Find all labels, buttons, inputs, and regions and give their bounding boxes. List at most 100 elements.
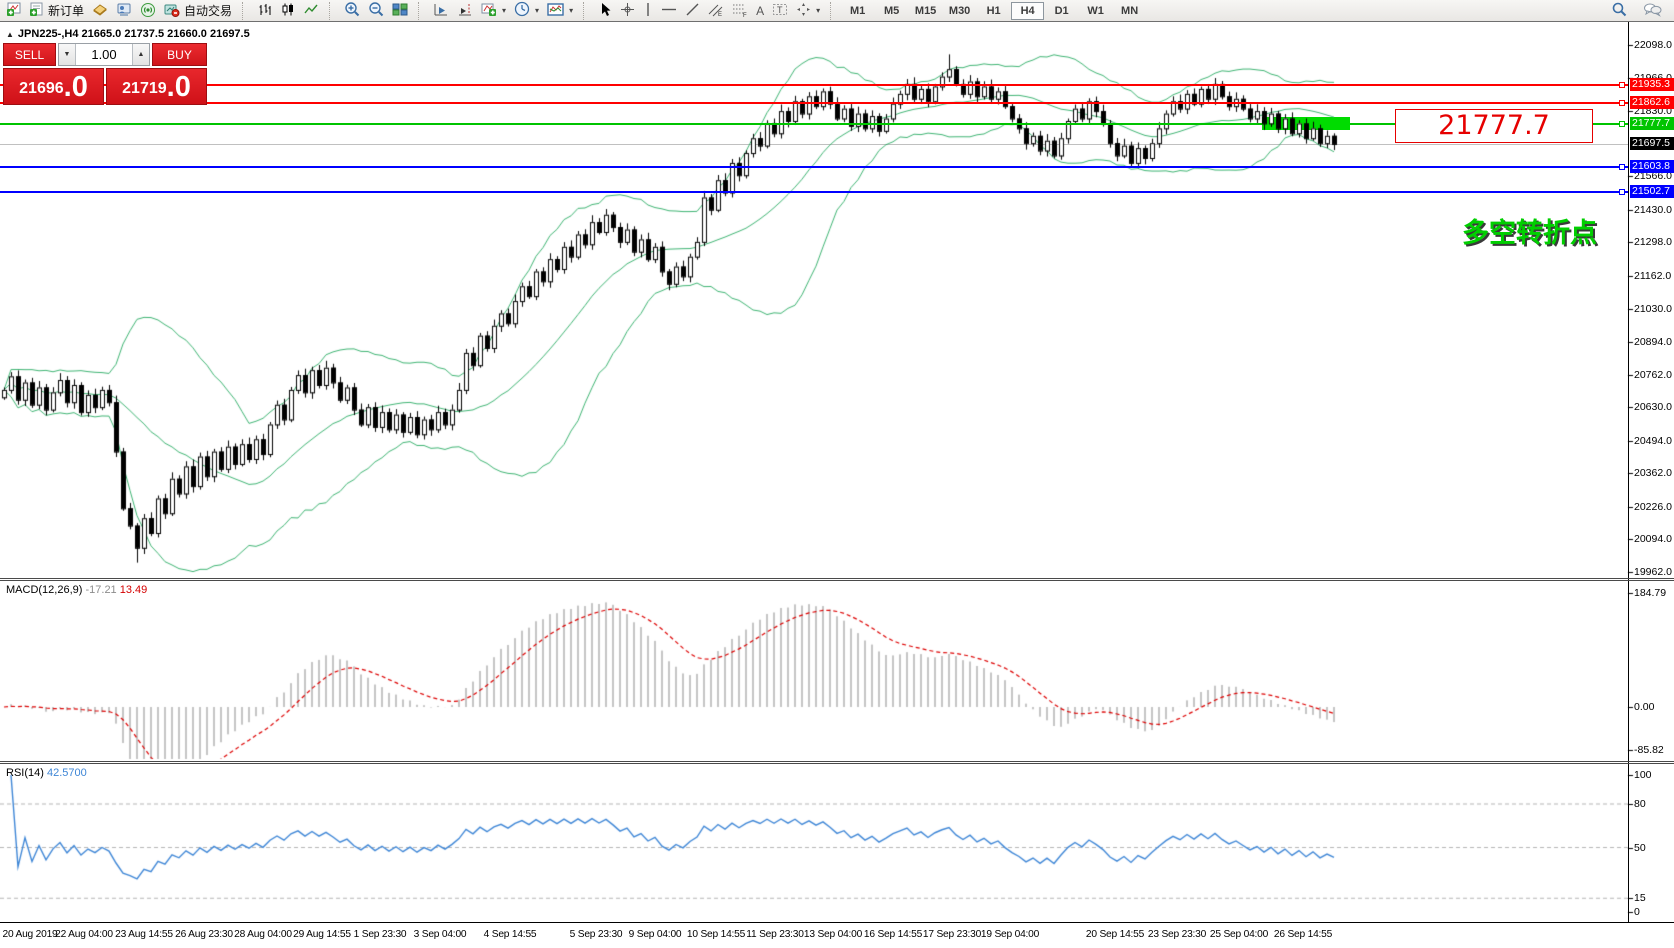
equidistant-channel-tool-button[interactable]: E	[704, 1, 728, 21]
support-line[interactable]	[0, 191, 1628, 193]
line-chart-button[interactable]	[299, 1, 323, 21]
auto-trading-button[interactable]: 自动交易	[160, 1, 236, 21]
time-axis-label: 23 Sep 23:30	[1148, 929, 1206, 940]
text-label-icon: T	[772, 2, 788, 20]
templates-button[interactable]: ▾	[543, 1, 577, 21]
line-anchor-marker[interactable]	[1619, 164, 1625, 170]
volume-decrease-button[interactable]: ▼	[59, 44, 76, 65]
timeframe-m15[interactable]: M15	[909, 2, 942, 20]
auto-scroll-button[interactable]	[429, 1, 453, 21]
svg-text:E: E	[718, 12, 722, 17]
timeframe-w1[interactable]: W1	[1079, 2, 1112, 20]
timeframe-m30[interactable]: M30	[943, 2, 976, 20]
cursor-tool-button[interactable]	[594, 1, 616, 21]
price-axis-line	[1628, 22, 1629, 922]
sell-price-fraction: .0	[64, 72, 88, 102]
new-order-button[interactable]: 新订单	[25, 1, 88, 21]
tile-windows-icon	[392, 2, 408, 20]
new-order-label: 新订单	[48, 2, 84, 19]
line-anchor-marker[interactable]	[1619, 82, 1625, 88]
time-axis-label: 9 Sep 04:00	[629, 929, 682, 940]
text-tool-button[interactable]: A	[752, 1, 768, 21]
price-callout[interactable]: 21777.7	[1395, 109, 1593, 143]
volume-input[interactable]: 1.00	[76, 44, 132, 65]
vertical-line-tool-button[interactable]	[639, 1, 657, 21]
horizontal-line-icon	[661, 2, 677, 20]
collapse-panel-icon[interactable]: ▲	[6, 30, 14, 39]
price-axis-tick: 20762.0	[1634, 369, 1672, 381]
indicators-button[interactable]: ▾	[477, 1, 510, 21]
clock-icon	[514, 1, 530, 20]
resistance-line[interactable]	[0, 84, 1628, 86]
trendline-tool-button[interactable]	[681, 1, 704, 21]
tile-windows-button[interactable]	[388, 1, 412, 21]
periods-button[interactable]: ▾	[510, 1, 543, 21]
rsi-axis-tick: 50	[1634, 842, 1646, 854]
pivot-line[interactable]	[0, 123, 1262, 125]
zoom-in-icon	[344, 1, 360, 20]
signals-button[interactable]	[136, 1, 160, 21]
line-anchor-marker[interactable]	[1619, 189, 1625, 195]
price-axis-tick: 20226.0	[1634, 501, 1672, 513]
macd-name: MACD(12,26,9)	[6, 584, 82, 596]
price-level-label: 21502.7	[1630, 185, 1674, 198]
panel-divider	[0, 580, 1674, 581]
buy-button[interactable]: BUY	[152, 43, 207, 66]
search-button[interactable]	[1607, 1, 1631, 21]
toolbar-right-group	[1607, 1, 1672, 21]
zoom-out-button[interactable]	[364, 1, 388, 21]
support-line[interactable]	[0, 166, 1628, 168]
crosshair-tool-button[interactable]	[616, 1, 639, 21]
bar-chart-button[interactable]	[253, 1, 276, 21]
fibonacci-icon: F	[732, 2, 748, 20]
price-axis-tick: 21430.0	[1634, 204, 1672, 216]
market-watch-button[interactable]	[88, 1, 112, 21]
price-level-label: 21777.7	[1630, 117, 1674, 130]
new-chart-button[interactable]	[2, 1, 25, 21]
search-icon	[1611, 1, 1627, 20]
toolbar-separator	[830, 2, 837, 20]
terminal-button[interactable]	[112, 1, 136, 21]
timeframe-m5[interactable]: M5	[875, 2, 908, 20]
sell-button[interactable]: SELL	[3, 43, 56, 66]
text-label-tool-button[interactable]: T	[768, 1, 792, 21]
bar-chart-icon	[257, 2, 272, 20]
community-chat-button[interactable]	[1639, 1, 1666, 21]
timeframe-mn[interactable]: MN	[1113, 2, 1146, 20]
toolbar: 新订单 自动交易	[0, 0, 1674, 22]
text-tool-icon: A	[756, 4, 764, 18]
market-watch-icon	[92, 2, 108, 20]
crosshair-icon	[620, 2, 635, 20]
time-axis-label: 11 Sep 23:30	[746, 929, 803, 940]
buy-price-main: 21719	[122, 76, 167, 102]
time-axis-label: 3 Sep 04:00	[414, 929, 467, 940]
annotation-text[interactable]: 多空转折点	[1462, 211, 1597, 250]
arrows-tool-button[interactable]: ▾	[792, 1, 824, 21]
line-anchor-marker[interactable]	[1619, 100, 1625, 106]
resistance-line[interactable]	[0, 102, 1628, 104]
time-axis-label: 16 Sep 14:55	[864, 929, 922, 940]
fibonacci-tool-button[interactable]: F	[728, 1, 752, 21]
timeframe-h1[interactable]: H1	[977, 2, 1010, 20]
timeframe-m1[interactable]: M1	[841, 2, 874, 20]
time-axis-label: 25 Sep 04:00	[1210, 929, 1268, 940]
volume-increase-button[interactable]: ▲	[132, 44, 149, 65]
timeframe-h4[interactable]: H4	[1011, 2, 1044, 20]
candlestick-chart-button[interactable]	[276, 1, 299, 21]
candlestick-chart-icon	[280, 2, 295, 20]
chart-shift-button[interactable]	[453, 1, 477, 21]
time-axis-label: 5 Sep 23:30	[570, 929, 623, 940]
panel-divider[interactable]	[0, 761, 1674, 762]
buy-price-display[interactable]: 21719.0	[106, 68, 207, 105]
new-chart-icon	[6, 2, 21, 20]
sell-price-display[interactable]: 21696.0	[3, 68, 104, 105]
toolbar-separator	[329, 2, 336, 20]
line-anchor-marker[interactable]	[1619, 121, 1625, 127]
terminal-icon	[116, 2, 132, 20]
rsi-axis-tick: 100	[1634, 769, 1652, 781]
horizontal-line-tool-button[interactable]	[657, 1, 681, 21]
zoom-in-button[interactable]	[340, 1, 364, 21]
timeframe-d1[interactable]: D1	[1045, 2, 1078, 20]
macd-main-value: -17.21	[85, 584, 116, 596]
panel-divider[interactable]	[0, 578, 1674, 579]
